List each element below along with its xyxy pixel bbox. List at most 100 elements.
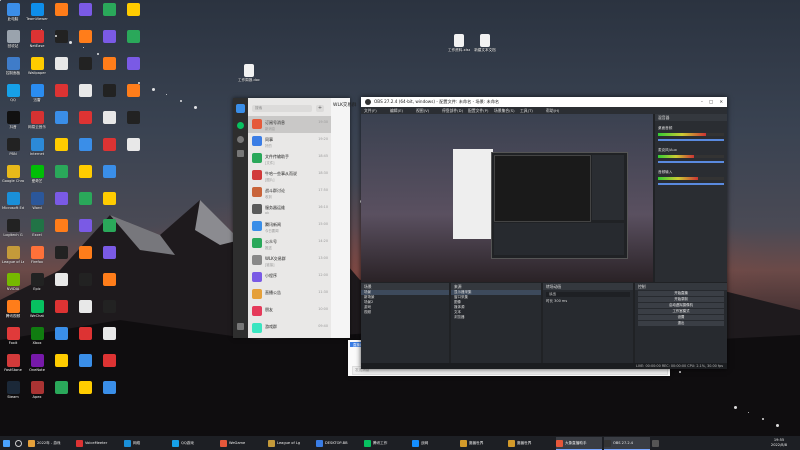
control-button[interactable]: 退出 [638, 321, 724, 326]
desktop-icon[interactable] [98, 57, 120, 70]
chat-list-item[interactable]: 游戏群 09:40 [248, 320, 331, 337]
desktop-icon[interactable]: NetEase [26, 30, 48, 48]
desktop-icon[interactable] [50, 300, 72, 313]
chat-icon[interactable] [237, 122, 244, 129]
desktop-icon[interactable]: League of Legends [2, 246, 24, 264]
taskbar-item[interactable]: VoiceMeeter [76, 437, 122, 449]
desktop-icon[interactable] [98, 3, 120, 16]
desktop-icon[interactable]: Xbox [26, 327, 48, 345]
taskbar-item[interactable]: WeGame [220, 437, 266, 449]
desktop-icon[interactable] [74, 246, 96, 259]
desktop-icon[interactable] [50, 246, 72, 259]
desktop-icon[interactable] [98, 192, 120, 205]
chat-list-item[interactable]: 腾讯新闻 今日要闻 15:00 [248, 218, 331, 235]
desktop-icon[interactable]: Word [26, 192, 48, 210]
desktop-icon[interactable]: FastStone [2, 354, 24, 372]
desktop-icon[interactable]: 迅雷 [26, 84, 48, 102]
menu-icon[interactable] [237, 323, 244, 330]
taskbar-item[interactable]: OBS 27.2.4 [604, 437, 650, 450]
desktop-icon[interactable] [74, 57, 96, 70]
add-chat-button[interactable]: + [316, 105, 324, 112]
desktop-icon[interactable]: Logitech G [2, 219, 24, 237]
desktop-icon[interactable] [122, 84, 144, 97]
obs-menu-item[interactable]: 配置文件(P) [468, 107, 488, 114]
desktop-icon[interactable]: Apex [26, 381, 48, 399]
desktop-icon[interactable] [98, 246, 120, 259]
desktop-icon[interactable]: Steam [2, 381, 24, 399]
control-button[interactable]: 设置 [638, 315, 724, 320]
desktop-icon[interactable] [50, 354, 72, 367]
desktop-icon[interactable] [74, 273, 96, 286]
desktop-icon[interactable] [74, 84, 96, 97]
control-button[interactable]: 开始直播 [638, 291, 724, 296]
desktop-icon[interactable] [50, 84, 72, 97]
control-button[interactable]: 工作室模式 [638, 309, 724, 314]
close-button[interactable]: ✕ [719, 97, 723, 107]
desktop-icon[interactable]: Microsoft Edge [2, 192, 24, 210]
desktop-icon[interactable]: 爱奇艺 [26, 165, 48, 183]
obs-menu-item[interactable]: 场景集合(S) [494, 107, 515, 114]
desktop-icon[interactable] [98, 219, 120, 232]
desktop-icon[interactable] [98, 30, 120, 43]
wechat-avatar[interactable] [236, 104, 245, 113]
search-button[interactable] [15, 437, 23, 449]
taskbar-item[interactable]: DESKTOP-BB [316, 437, 362, 449]
desktop-icon[interactable] [122, 3, 144, 16]
obs-preview[interactable] [361, 114, 653, 282]
chat-list-item[interactable]: 公众号 推送 14:20 [248, 235, 331, 252]
control-button[interactable]: 启动虚拟摄像机 [638, 303, 724, 308]
desktop-icon[interactable] [74, 3, 96, 16]
desktop-icon[interactable] [74, 111, 96, 124]
desktop-file[interactable]: 工作资料.xlsx [448, 34, 470, 52]
desktop-icon[interactable]: 控制面板 [2, 57, 24, 75]
desktop-icon[interactable] [50, 165, 72, 178]
desktop-icon[interactable] [50, 57, 72, 70]
desktop-icon[interactable] [50, 111, 72, 124]
desktop-icon[interactable] [122, 30, 144, 43]
obs-menu-item[interactable]: 帮助(H) [546, 107, 559, 114]
desktop-icon[interactable]: WeChat [26, 300, 48, 318]
taskbar-item[interactable]: 战网 [412, 437, 458, 449]
desktop-icon[interactable]: Foxit [2, 327, 24, 345]
desktop-icon[interactable]: 抖音 [2, 111, 24, 129]
desktop-icon[interactable]: QQ [2, 84, 24, 102]
desktop-icon[interactable]: 回收站 [2, 30, 24, 48]
desktop-icon[interactable] [98, 84, 120, 97]
scene-item[interactable]: 视频 [361, 310, 449, 315]
duration-value[interactable]: 300 ms [554, 299, 567, 303]
minimize-button[interactable]: – [701, 97, 703, 107]
taskbar-item[interactable]: 魔兽世界 [460, 437, 506, 449]
desktop-icon[interactable] [74, 219, 96, 232]
obs-menu-item[interactable]: 文件(F) [364, 107, 377, 114]
obs-menu-item[interactable]: 工具(T) [520, 107, 533, 114]
desktop-icon[interactable] [98, 138, 120, 151]
desktop-file[interactable]: 新建文本文档 [474, 34, 496, 52]
obs-menu-item[interactable]: 编辑(E) [390, 107, 403, 114]
desktop-icon[interactable]: TeamViewer [26, 3, 48, 21]
taskbar-item[interactable]: 魔兽世界 [508, 437, 554, 449]
desktop-icon[interactable] [50, 327, 72, 340]
chat-list-item[interactable]: 订阅号消息 新消息 19:30 [248, 116, 331, 133]
desktop-icon[interactable]: Google Chrome [2, 165, 24, 183]
chat-list-item[interactable]: 战斗群讨论 收到 17:50 [248, 184, 331, 201]
desktop-icon[interactable]: 网易云音乐 [26, 111, 48, 129]
desktop-icon[interactable]: 腾讯视频 [2, 300, 24, 318]
transition-select[interactable]: 淡出 [546, 292, 630, 297]
desktop-icon[interactable] [98, 165, 120, 178]
contacts-icon[interactable] [237, 136, 244, 143]
start-button[interactable] [3, 437, 13, 449]
desktop-icon[interactable] [50, 138, 72, 151]
obs-menu-item[interactable]: 视图(V) [416, 107, 429, 114]
chat-list-item[interactable]: 文件传输助手 [文件] 18:45 [248, 150, 331, 167]
desktop-icon[interactable] [74, 354, 96, 367]
taskbar-item[interactable]: QQ游戏 [172, 437, 218, 449]
chat-list-item[interactable]: WLK交易群 [链接] 13:00 [248, 252, 331, 269]
source-item[interactable]: 浏览器 [451, 315, 541, 320]
desktop-icon[interactable]: NVIDIA [2, 273, 24, 291]
obs-menu-item[interactable]: 停靠部件(D) [442, 107, 463, 114]
chat-list-item[interactable]: 朋友 10:00 [248, 303, 331, 320]
taskbar-item[interactable]: League of Lg [268, 437, 314, 449]
maximize-button[interactable]: □ [709, 97, 713, 107]
chat-list-item[interactable]: 服务器运维 ok 16:10 [248, 201, 331, 218]
desktop-icon[interactable] [50, 192, 72, 205]
